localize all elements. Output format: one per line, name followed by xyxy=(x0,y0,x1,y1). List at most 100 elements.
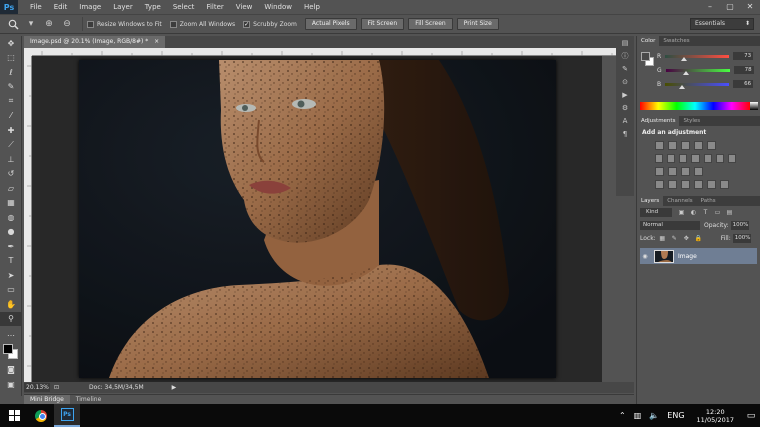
menu-help[interactable]: Help xyxy=(298,3,326,11)
fill-field[interactable]: 100% xyxy=(732,234,751,243)
export-icon[interactable]: ⊡ xyxy=(54,384,59,391)
actual-pixels-button[interactable]: Actual Pixels xyxy=(304,18,357,30)
selective-color-icon[interactable] xyxy=(694,167,703,176)
lasso-tool-icon[interactable]: ℓ xyxy=(0,65,22,80)
hand-tool-icon[interactable]: ✋ xyxy=(0,297,22,312)
chevron-down-icon[interactable]: ▾ xyxy=(24,17,38,31)
green-value[interactable]: 78 xyxy=(733,66,754,74)
menu-type[interactable]: Type xyxy=(139,3,167,11)
vibrance-icon[interactable] xyxy=(655,154,664,163)
quick-select-tool-icon[interactable]: ✎ xyxy=(0,80,22,95)
chrome-taskbar-button[interactable] xyxy=(28,404,54,427)
menu-layer[interactable]: Layer xyxy=(107,3,139,11)
layer-row[interactable]: ◉ Image xyxy=(640,248,757,264)
smart-object-filter-icon[interactable]: ▤ xyxy=(726,209,733,216)
photoshop-taskbar-button[interactable]: Ps xyxy=(54,404,80,427)
tool-presets-icon[interactable]: ⚙ xyxy=(616,101,634,114)
posterize-icon[interactable] xyxy=(668,167,677,176)
clone-stamp-tool-icon[interactable]: ⊥ xyxy=(0,152,22,167)
path-selection-tool-icon[interactable]: ➤ xyxy=(0,268,22,283)
foreground-color-swatch[interactable] xyxy=(3,343,13,354)
history-brush-tool-icon[interactable]: ↺ xyxy=(0,167,22,182)
opacity-field[interactable]: 100% xyxy=(730,221,749,230)
menu-file[interactable]: File xyxy=(24,3,48,11)
crop-tool-icon[interactable]: ⌗ xyxy=(0,94,22,109)
pattern-fill-icon[interactable] xyxy=(668,180,677,189)
type-tool-icon[interactable]: T xyxy=(0,254,22,269)
print-size-button[interactable]: Print Size xyxy=(456,18,499,30)
adjustment-filter-icon[interactable]: ◐ xyxy=(690,209,697,216)
foreground-color-swatch[interactable] xyxy=(641,52,650,61)
close-tab-icon[interactable]: × xyxy=(154,38,159,45)
workspace-select[interactable]: Essentials xyxy=(690,18,754,30)
language-indicator[interactable]: ENG xyxy=(663,411,688,420)
zoom-icon[interactable] xyxy=(6,17,20,31)
windows-start-icon[interactable] xyxy=(0,404,28,427)
healing-brush-tool-icon[interactable]: ✚ xyxy=(0,123,22,138)
tab-paths[interactable]: Paths xyxy=(697,196,720,206)
document-tab[interactable]: Image.psd @ 20.1% (Image, RGB/8#) * × xyxy=(24,36,166,48)
document-canvas[interactable] xyxy=(79,60,556,378)
fill-screen-button[interactable]: Fill Screen xyxy=(408,18,453,30)
lock-pixels-icon[interactable]: ✎ xyxy=(671,235,678,242)
pen-tool-icon[interactable]: ✒ xyxy=(0,239,22,254)
move-tool-icon[interactable]: ✥ xyxy=(0,36,22,51)
zoom-level-field[interactable]: 20.13% xyxy=(24,383,50,392)
gradient-tool-icon[interactable]: ▦ xyxy=(0,196,22,211)
menu-filter[interactable]: Filter xyxy=(200,3,229,11)
eye-icon[interactable]: ◉ xyxy=(640,253,650,260)
checkbox-box[interactable] xyxy=(87,20,94,28)
network-icon[interactable]: ▥ xyxy=(630,411,646,420)
clone-source-icon[interactable]: ⊙ xyxy=(616,75,634,88)
clock[interactable]: 12:20 11/05/2017 xyxy=(689,408,742,424)
curves-icon[interactable] xyxy=(681,141,690,150)
type-filter-icon[interactable]: T xyxy=(702,209,709,216)
volume-icon[interactable]: 🔈 xyxy=(645,411,663,420)
red-value[interactable]: 73 xyxy=(733,52,754,60)
lock-all-icon[interactable]: 🔒 xyxy=(694,235,701,242)
tab-channels[interactable]: Channels xyxy=(663,196,696,206)
zoom-out-icon[interactable]: ⊖ xyxy=(60,17,74,31)
slider-thumb[interactable] xyxy=(679,84,686,89)
color-spectrum[interactable] xyxy=(640,102,750,110)
menu-image[interactable]: Image xyxy=(73,3,107,11)
scrubby-zoom-checkbox[interactable]: ✓ Scrubby Zoom xyxy=(243,20,297,28)
history-panel-icon[interactable]: ▤ xyxy=(616,36,634,49)
menu-window[interactable]: Window xyxy=(258,3,298,11)
match-color-icon[interactable] xyxy=(720,180,729,189)
color-lookup-icon[interactable] xyxy=(727,154,736,163)
resize-windows-checkbox[interactable]: Resize Windows to Fit xyxy=(87,20,162,28)
exposure-icon[interactable] xyxy=(694,141,703,150)
brush-panel-icon[interactable]: ✎ xyxy=(616,62,634,75)
blur-tool-icon[interactable]: ◍ xyxy=(0,210,22,225)
channel-mixer-icon[interactable] xyxy=(715,154,724,163)
checkbox-box[interactable] xyxy=(169,20,177,28)
solid-color-icon[interactable] xyxy=(681,180,690,189)
photo-filter-icon[interactable] xyxy=(703,154,712,163)
slider-thumb[interactable] xyxy=(682,70,689,75)
menu-view[interactable]: View xyxy=(230,3,259,11)
shape-tool-icon[interactable]: ▭ xyxy=(0,283,22,298)
tab-styles[interactable]: Styles xyxy=(679,116,704,126)
tab-layers[interactable]: Layers xyxy=(637,196,664,206)
checkmark-icon[interactable]: ✓ xyxy=(243,20,251,28)
tab-timeline[interactable]: Timeline xyxy=(70,395,108,405)
close-button[interactable]: ✕ xyxy=(740,0,760,14)
status-menu-icon[interactable]: ▶ xyxy=(172,384,177,391)
pixel-filter-icon[interactable]: ▣ xyxy=(678,209,685,216)
shape-filter-icon[interactable]: ▭ xyxy=(714,209,721,216)
tab-adjustments[interactable]: Adjustments xyxy=(637,116,680,126)
red-slider[interactable] xyxy=(665,54,730,61)
quick-mask-icon[interactable]: ◙ xyxy=(0,363,22,378)
invert-icon[interactable] xyxy=(655,167,664,176)
lock-position-icon[interactable]: ✥ xyxy=(683,235,690,242)
hdr-toning-icon[interactable] xyxy=(707,180,716,189)
gradient-fill-icon[interactable] xyxy=(655,180,664,189)
character-panel-icon[interactable]: A xyxy=(616,114,634,127)
marquee-tool-icon[interactable]: ⬚ xyxy=(0,51,22,66)
zoom-tool-icon[interactable]: ⚲ xyxy=(0,311,22,326)
hue-saturation-icon[interactable] xyxy=(667,154,676,163)
green-slider[interactable] xyxy=(665,68,730,75)
dodge-tool-icon[interactable]: ● xyxy=(0,225,22,240)
brightness-contrast-icon[interactable] xyxy=(655,141,664,150)
